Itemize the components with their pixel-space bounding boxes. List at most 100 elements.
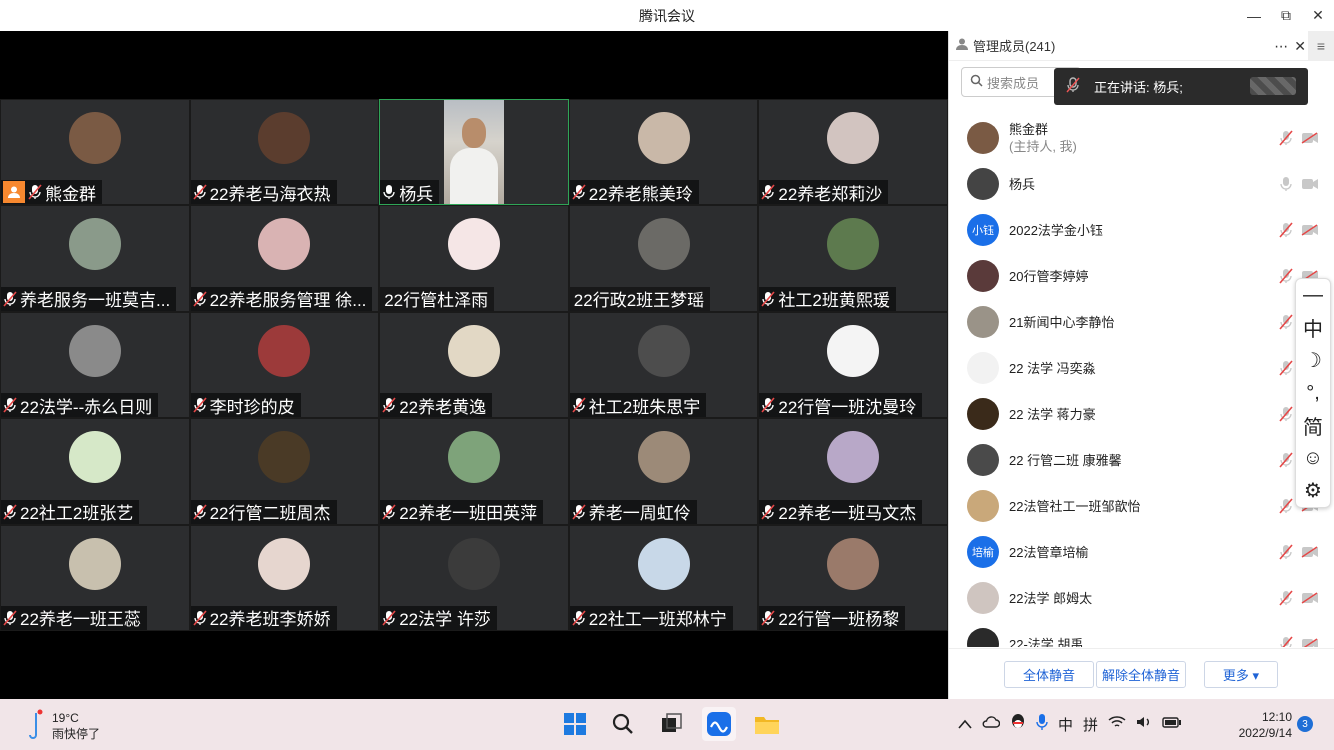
camera-off-icon[interactable] [1301,177,1319,195]
ime-chinese-mode[interactable]: 中 [1303,312,1323,345]
clock[interactable]: 12:10 2022/9/14 [1232,709,1292,741]
minimize-button[interactable]: — [1238,0,1270,31]
chevron-up-icon[interactable] [958,716,972,733]
maximize-button[interactable]: ⧉ [1270,0,1302,31]
battery-icon[interactable] [1162,715,1182,733]
participant-tile[interactable]: 李时珍的皮 [189,311,380,419]
muted-mic-icon[interactable] [1279,268,1293,289]
camera-off-icon[interactable] [1301,223,1319,241]
member-row[interactable]: 22-法学 胡禹 [949,621,1334,647]
member-avatar: 小钰 [967,214,999,246]
member-row[interactable]: 20行管李婷婷 [949,253,1334,299]
mic-icon [382,184,396,200]
volume-icon[interactable] [1136,715,1152,733]
participant-tile[interactable]: 熊金群 [0,99,190,206]
punctuation-icon[interactable]: °, [1306,377,1320,410]
member-row[interactable]: 22法学 郎姆太 [949,575,1334,621]
muted-mic-icon[interactable] [1279,360,1293,381]
participant-tile[interactable]: 养老服务一班莫吉... [0,205,190,312]
pinyin-indicator[interactable]: 拼 [1083,714,1098,735]
microphone-icon[interactable] [1036,713,1048,735]
moon-icon[interactable]: ☽ [1304,344,1322,377]
participant-tile[interactable]: 22行管一班沈曼玲 [758,311,948,419]
mic-icon[interactable] [1279,176,1293,197]
participant-tile[interactable]: 22养老服务管理 徐... [189,205,380,312]
muted-mic-icon[interactable] [1279,130,1293,151]
participant-tile[interactable]: 22法学 许莎 [379,524,569,631]
member-row[interactable]: 熊金群 (主持人, 我) [949,115,1334,161]
participant-tile[interactable]: 22养老班李娇娇 [189,524,380,631]
muted-mic-icon[interactable] [1279,222,1293,243]
participant-tile[interactable]: 22行管一班杨黎 [758,524,948,631]
participant-name-bar: 22养老马海衣热 [190,180,337,205]
participant-tile[interactable]: 22养老一班马文杰 [758,418,948,525]
file-explorer-icon[interactable] [750,707,784,741]
member-row[interactable]: 21新闻中心李静怡 [949,299,1334,345]
more-options-button[interactable]: ⋯ [1274,38,1288,55]
muted-mic-icon[interactable] [1279,544,1293,565]
member-row[interactable]: 22 法学 冯奕淼 [949,345,1334,391]
wifi-icon[interactable] [1108,715,1126,733]
gear-icon[interactable]: ⚙ [1304,474,1322,507]
muted-mic-icon[interactable] [1279,590,1293,611]
more-button[interactable]: 更多 ▾ [1204,661,1278,688]
camera-off-icon[interactable] [1301,591,1319,609]
qq-icon[interactable] [1010,713,1026,735]
participant-tile[interactable]: 22养老熊美玲 [568,99,759,206]
menu-icon[interactable]: ≡ [1308,31,1334,61]
camera-off-icon[interactable] [1301,131,1319,149]
participant-tile[interactable]: 22养老郑莉沙 [758,99,948,206]
member-row[interactable]: 22法管社工一班邹歆怡 [949,483,1334,529]
participant-name-bar: 22法学--赤么日则 [1,393,159,418]
unmute-all-button[interactable]: 解除全体静音 [1096,661,1186,688]
weather-widget[interactable]: 19°C 雨快停了 [28,709,100,743]
avatar [447,218,500,271]
member-avatar: 培榆 [967,536,999,568]
member-row[interactable]: 22 法学 蒋力豪 [949,391,1334,437]
member-row[interactable]: 22 行管二班 康雅馨 [949,437,1334,483]
participant-tile[interactable]: 22养老一班王蕊 [0,524,190,631]
camera-off-icon[interactable] [1301,545,1319,563]
participant-tile[interactable]: 养老一周虹伶 [568,418,759,525]
participant-tile[interactable]: 社工2班黄熙瑗 [758,205,948,312]
title-bar: 腾讯会议 — ⧉ ✕ [0,0,1334,31]
member-avatar [967,398,999,430]
participant-tile[interactable]: 22养老黄逸 [379,311,569,419]
search-taskbar-icon[interactable] [606,707,640,741]
participant-tile[interactable]: 22养老一班田英萍 [379,418,569,525]
emoji-icon[interactable]: ☺ [1303,442,1323,475]
participant-tile[interactable]: 22社工2班张艺 [0,418,190,525]
cloud-icon[interactable] [982,715,1001,733]
participant-tile[interactable]: 杨兵 [379,99,569,206]
participant-name-bar: 社工2班朱思宇 [569,393,707,418]
member-row[interactable]: 培榆 22法管章培榆 [949,529,1334,575]
participant-tile[interactable]: 22行管二班周杰 [189,418,380,525]
participant-tile[interactable]: 22行政2班王梦瑶 [568,205,759,312]
muted-mic-icon[interactable] [1279,636,1293,647]
member-row[interactable]: 杨兵 [949,161,1334,207]
notification-badge[interactable]: 3 [1297,716,1313,732]
muted-mic-icon[interactable] [1279,406,1293,427]
participant-tile[interactable]: 22社工一班郑林宁 [568,524,759,631]
participant-tile[interactable]: 社工2班朱思宇 [568,311,759,419]
input-lang-indicator[interactable]: 中 [1058,714,1073,735]
close-button[interactable]: ✕ [1302,0,1334,31]
ime-collapse-icon[interactable]: — [1303,279,1323,312]
members-panel-footer: 全体静音 解除全体静音 更多 ▾ [949,648,1334,699]
muted-mic-icon[interactable] [1279,452,1293,473]
task-view-icon[interactable] [654,707,688,741]
participant-tile[interactable]: 22法学--赤么日则 [0,311,190,419]
muted-mic-icon[interactable] [1279,498,1293,519]
camera-off-icon[interactable] [1301,637,1319,647]
start-button[interactable] [558,707,592,741]
simplified-mode[interactable]: 简 [1303,409,1323,442]
panel-close-button[interactable]: ✕ [1294,38,1306,55]
participant-tile[interactable]: 22行管杜泽雨 [379,205,569,312]
participant-tile[interactable]: 22养老马海衣热 [189,99,380,206]
member-avatar [967,168,999,200]
participant-name-bar: 22养老黄逸 [380,393,493,418]
member-row[interactable]: 小钰 2022法学金小钰 [949,207,1334,253]
muted-mic-icon[interactable] [1279,314,1293,335]
tencent-meeting-icon[interactable] [702,707,736,741]
mute-all-button[interactable]: 全体静音 [1004,661,1094,688]
